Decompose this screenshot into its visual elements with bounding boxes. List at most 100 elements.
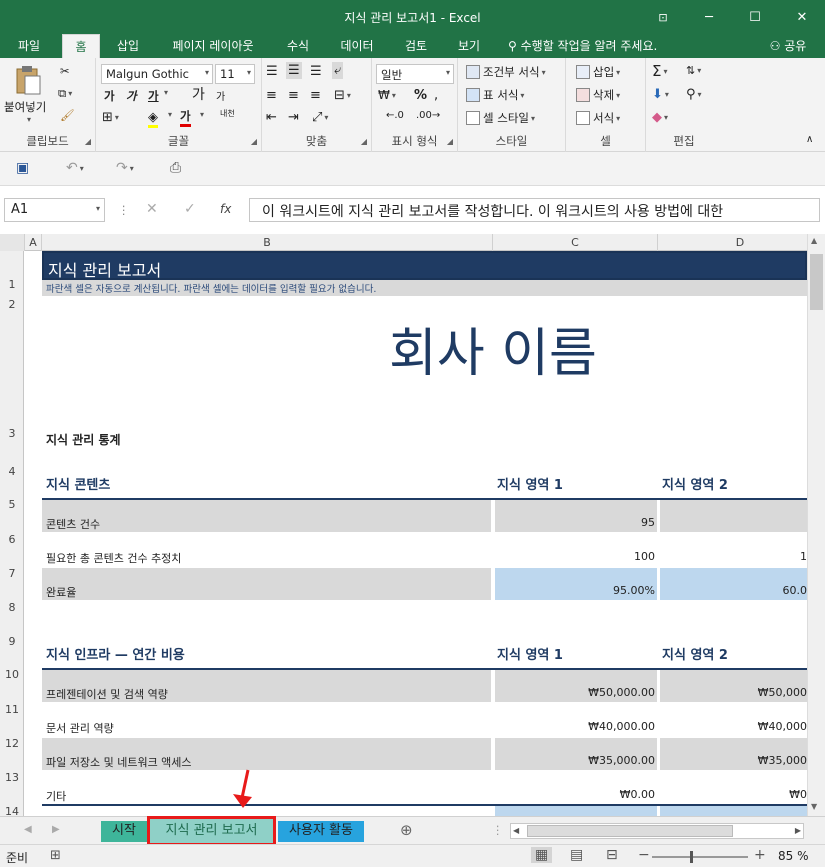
row13-c[interactable]: ₩35,000.00 (495, 738, 657, 770)
delete-cells-button[interactable]: 삭제 ▾ (576, 87, 620, 103)
underline-dropdown-icon[interactable]: ▾ (162, 88, 168, 97)
align-right-icon[interactable]: ≡ (310, 88, 321, 103)
page-layout-view-icon[interactable]: ▤ (570, 847, 583, 863)
ribbon-display-options-icon[interactable]: ⊡ (640, 0, 686, 34)
sheet-tab-knowledge-report[interactable]: 지식 관리 보고서 (147, 816, 276, 846)
formula-input[interactable]: 이 워크시트에 지식 관리 보고서를 작성합니다. 이 워크시트의 사용 방법에… (249, 198, 820, 222)
row6-d[interactable] (660, 500, 807, 532)
row13-d[interactable]: ₩35,000 (660, 738, 807, 770)
row-header[interactable]: 8 (0, 601, 24, 614)
insert-function-icon[interactable]: fx (220, 202, 231, 216)
fill-color-dropdown-icon[interactable]: ▾ (166, 110, 172, 119)
col-header-c[interactable]: C (493, 234, 658, 251)
content-area2-header[interactable]: 지식 영역 2 (662, 474, 728, 493)
format-painter-icon[interactable]: 🖌 (60, 108, 75, 122)
clear-icon[interactable]: ◆ ▾ (652, 110, 668, 125)
scroll-left-icon[interactable]: ◀ (513, 826, 519, 835)
table-row[interactable]: 콘텐츠 건수 (42, 500, 491, 532)
font-color-button[interactable]: 가 (180, 108, 191, 127)
row8-d[interactable]: 60.0 (660, 568, 807, 600)
comma-icon[interactable]: , (434, 88, 438, 103)
cancel-icon[interactable]: ✕ (146, 201, 158, 217)
infra-heading[interactable]: 지식 인프라 — 연간 비용 (46, 644, 185, 663)
align-bottom-icon[interactable]: ☰ (310, 64, 322, 79)
sheet-tab-user-activity[interactable]: 사용자 활동 (278, 821, 364, 842)
share-button[interactable]: ⚇ 공유 (756, 34, 820, 58)
content-heading[interactable]: 지식 콘텐츠 (46, 474, 110, 493)
sort-filter-icon[interactable]: ⇅ ▾ (686, 64, 701, 77)
percent-icon[interactable]: % (414, 88, 427, 103)
row-header[interactable]: 4 (0, 465, 24, 478)
row-header[interactable]: 9 (0, 635, 24, 648)
normal-view-icon[interactable]: ▦ (531, 847, 553, 863)
horizontal-scrollbar[interactable]: ◀ ▶ (510, 823, 804, 839)
minimize-icon[interactable]: ─ (686, 0, 732, 34)
enter-icon[interactable]: ✓ (184, 201, 196, 217)
zoom-in-icon[interactable]: + (754, 847, 766, 863)
align-left-icon[interactable]: ≡ (266, 88, 277, 103)
row7-d[interactable]: 1 (660, 550, 807, 563)
align-center-icon[interactable]: ≡ (288, 88, 299, 103)
row8-c[interactable]: 95.00% (495, 568, 657, 600)
zoom-level[interactable]: 85 % (778, 849, 809, 863)
add-sheet-icon[interactable]: ⊕ (400, 821, 413, 839)
row-header[interactable]: 7 (0, 567, 24, 580)
row14-d[interactable]: ₩0 (660, 788, 807, 801)
italic-button[interactable]: 가 (126, 88, 137, 104)
scroll-up-icon[interactable]: ▲ (811, 236, 817, 245)
row12-c[interactable]: ₩40,000.00 (495, 720, 657, 733)
content-area1-header[interactable]: 지식 영역 1 (497, 474, 563, 493)
col-header-a[interactable]: A (25, 234, 42, 251)
tab-split-handle-icon[interactable]: ⋮ (492, 823, 504, 837)
underline-button[interactable]: 가 (148, 88, 159, 104)
page-break-view-icon[interactable]: ⊟ (606, 847, 618, 863)
scroll-down-icon[interactable]: ▼ (811, 802, 817, 811)
row7-c[interactable]: 100 (495, 550, 657, 563)
font-launcher-icon[interactable]: ◢ (251, 137, 257, 146)
row-header[interactable]: 12 (0, 737, 24, 750)
copy-icon[interactable]: ⧉ ▾ (58, 86, 72, 101)
wrap-text-icon[interactable]: ⤶ (332, 62, 344, 79)
row-header[interactable]: 2 (0, 298, 24, 311)
phonetic-button[interactable]: 내천 (220, 108, 235, 119)
font-color-dropdown-icon[interactable]: ▾ (198, 110, 204, 119)
redo-icon[interactable]: ↷ ▾ (116, 160, 134, 176)
table-row[interactable]: 완료율 (42, 568, 491, 600)
bold-button[interactable]: 가 (104, 88, 115, 104)
row-header[interactable]: 6 (0, 533, 24, 546)
collapse-ribbon-icon[interactable]: ∧ (806, 134, 813, 145)
undo-icon[interactable]: ↶ ▾ (66, 160, 84, 176)
tab-home[interactable]: 홈 (62, 34, 100, 58)
tell-me-box[interactable]: ⚲ 수행할 작업을 알려 주세요. (508, 34, 680, 58)
note-band[interactable]: 파란색 셀은 자동으로 계산됩니다. 파란색 셀에는 데이터를 입력할 필요가 … (42, 280, 807, 296)
number-launcher-icon[interactable]: ◢ (447, 137, 453, 146)
formula-bar-handle-icon[interactable]: ⋮ (118, 203, 130, 217)
fill-icon[interactable]: ⬇ ▾ (652, 87, 669, 102)
cell-styles-button[interactable]: 셀 스타일 ▾ (466, 110, 535, 126)
align-top-icon[interactable]: ☰ (266, 64, 278, 79)
border-icon[interactable]: ⊞ ▾ (102, 110, 119, 125)
row14-label[interactable]: 기타 (46, 788, 66, 804)
save-icon[interactable]: ▣ (16, 160, 29, 176)
tab-page-layout[interactable]: 페이지 레이아웃 (158, 34, 268, 58)
alignment-launcher-icon[interactable]: ◢ (361, 137, 367, 146)
maximize-icon[interactable]: ☐ (732, 0, 778, 34)
prev-sheet-icon[interactable]: ◀ (24, 824, 32, 835)
row-header[interactable]: 10 (0, 668, 24, 681)
col-header-d[interactable]: D (658, 234, 823, 251)
total-c-partial[interactable] (495, 806, 657, 816)
row6-c[interactable]: 95 (495, 500, 657, 532)
table-row[interactable]: 파일 저장소 및 네트워크 액세스 (42, 738, 491, 770)
title-band[interactable]: 지식 관리 보고서 (42, 251, 807, 280)
worksheet-grid[interactable]: A B C D 1 2 3 4 5 6 7 8 9 10 11 12 13 14… (0, 234, 825, 816)
row-header[interactable]: 11 (0, 703, 24, 716)
sheet-tab-start[interactable]: 시작 (101, 821, 147, 842)
font-name-combo[interactable]: Malgun Gothic ▾ (101, 64, 213, 84)
number-format-combo[interactable]: 일반 ▾ (376, 64, 454, 84)
row-header[interactable]: 1 (0, 278, 24, 291)
row-header[interactable]: 5 (0, 498, 24, 511)
col-header-b[interactable]: B (42, 234, 493, 251)
decrease-indent-icon[interactable]: ⇤ (266, 110, 277, 125)
row11-c[interactable]: ₩50,000.00 (495, 670, 657, 702)
zoom-out-icon[interactable]: − (638, 847, 650, 863)
